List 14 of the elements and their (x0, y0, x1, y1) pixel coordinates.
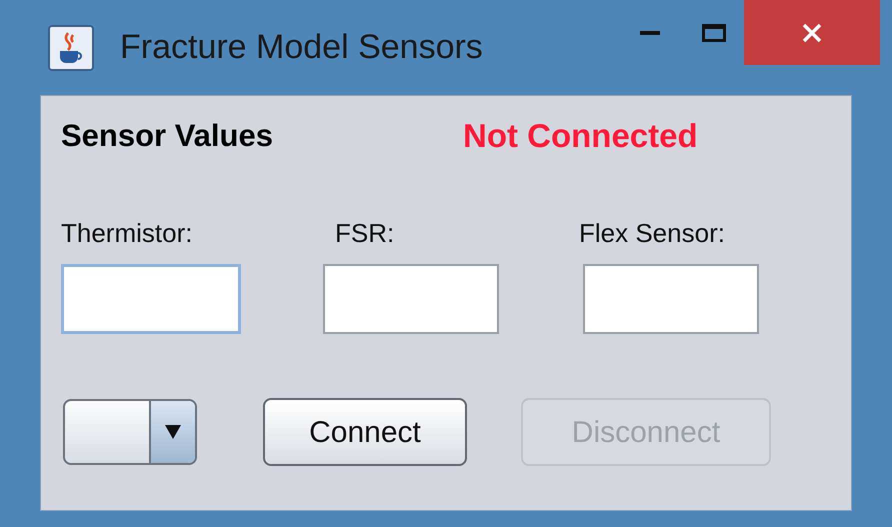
dropdown[interactable] (63, 399, 197, 465)
field-label: Flex Sensor: (579, 217, 726, 250)
input-field[interactable] (61, 264, 241, 334)
java-cup-icon (48, 24, 94, 70)
input-field[interactable] (323, 264, 499, 334)
connection-status: Not Connected (463, 116, 698, 156)
input-field[interactable] (583, 264, 759, 334)
section-heading: Sensor Values (61, 116, 274, 155)
window-title: Fracture Model Sensors (120, 27, 483, 68)
field-label: FSR: (335, 217, 396, 250)
close-icon (801, 22, 823, 44)
field-label: Thermistor: (61, 217, 194, 250)
dropdown-arrow-icon (165, 425, 181, 439)
connect-button[interactable]: Connect (263, 398, 467, 466)
